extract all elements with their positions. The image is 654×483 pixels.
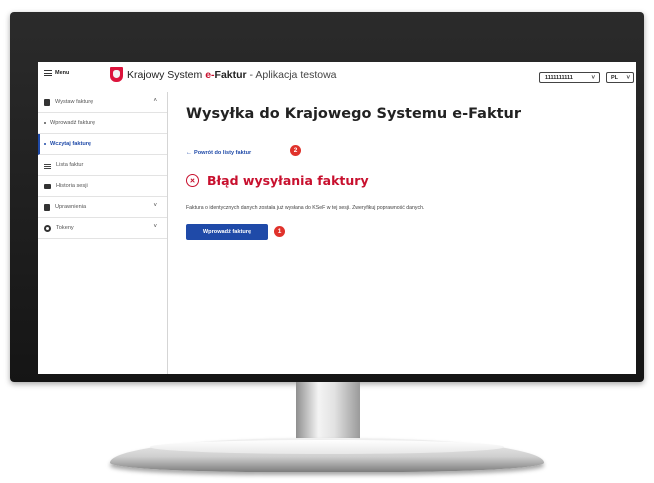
error-message: Faktura o identycznych danych została ju… — [186, 205, 425, 211]
sidebar-item-label: Wystaw fakturę — [55, 99, 94, 105]
chevron-down-icon: ˅ — [153, 224, 157, 230]
sidebar-item-lista-faktur[interactable]: Lista faktur — [38, 155, 167, 176]
brand-accent: e- — [205, 68, 215, 81]
sidebar-item-label: Tokeny — [56, 225, 74, 231]
brand: Krajowy System e-Faktur - Aplikacja test… — [110, 67, 337, 82]
back-to-list-link[interactable]: ← Powrót do listy faktur — [186, 150, 251, 156]
nip-select[interactable]: 1111111111 ˅ — [539, 72, 600, 83]
document-icon — [44, 98, 50, 106]
enter-invoice-button[interactable]: Wprowadź fakturę — [186, 224, 268, 240]
sidebar-item-wprowadz-fakture[interactable]: Wprowadź fakturę — [38, 113, 167, 134]
page-title: Wysyłka do Krajowego Systemu e-Faktur — [186, 106, 522, 122]
sidebar-item-label: Wprowadź fakturę — [50, 120, 96, 126]
hamburger-icon — [44, 70, 52, 76]
app-screen: Menu Krajowy System e-Faktur - Aplikacja… — [38, 62, 636, 374]
step-badge-2: 2 — [290, 145, 301, 156]
error-circle-icon — [186, 174, 199, 187]
brand-strong: Faktur — [214, 68, 247, 81]
mail-icon — [44, 183, 51, 189]
sidebar-item-label: Uprawnienia — [55, 204, 87, 210]
chevron-down-icon: ˅ — [153, 203, 157, 209]
app-title: Krajowy System e-Faktur - Aplikacja test… — [127, 69, 337, 81]
app-header: Menu Krajowy System e-Faktur - Aplikacja… — [38, 62, 636, 90]
error-heading: Błąd wysyłania faktury — [186, 173, 369, 188]
menu-label: Menu — [55, 70, 70, 76]
sidebar-item-label: Historia sesji — [56, 183, 88, 189]
sidebar-item-label: Wczytaj fakturę — [50, 141, 92, 147]
arrow-left-icon: ← — [186, 150, 192, 156]
bullet-icon — [44, 143, 46, 145]
list-icon — [44, 162, 51, 169]
back-link-label: Powrót do listy faktur — [194, 150, 252, 156]
brand-suffix: - Aplikacja testowa — [246, 68, 337, 81]
nip-value: 1111111111 — [545, 74, 573, 81]
sidebar-item-wczytaj-fakture[interactable]: Wczytaj fakturę — [38, 134, 167, 155]
sidebar-item-uprawnienia[interactable]: Uprawnienia ˅ — [38, 197, 167, 218]
menu-button[interactable]: Menu — [44, 70, 69, 76]
language-select[interactable]: PL ˅ — [606, 72, 634, 83]
monitor-frame: Menu Krajowy System e-Faktur - Aplikacja… — [10, 12, 644, 382]
bullet-icon — [44, 122, 46, 124]
sidebar-item-wystaw-fakture[interactable]: Wystaw fakturę ˄ — [38, 92, 167, 113]
chevron-down-icon: ˅ — [626, 74, 630, 81]
document-icon — [44, 203, 50, 211]
language-value: PL — [611, 74, 619, 81]
sidebar-item-label: Lista faktur — [56, 162, 84, 168]
chevron-up-icon: ˄ — [153, 98, 157, 104]
monitor-stand-neck — [296, 382, 360, 442]
sidebar-item-historia-sesji[interactable]: Historia sesji — [38, 176, 167, 197]
brand-name: Krajowy System — [127, 68, 206, 81]
sidebar-item-tokeny[interactable]: Tokeny ˅ — [38, 218, 167, 239]
error-title: Błąd wysyłania faktury — [207, 173, 369, 188]
chevron-down-icon: ˅ — [591, 74, 595, 81]
step-badge-1: 1 — [274, 226, 285, 237]
token-icon — [44, 224, 51, 232]
sidebar: Wystaw fakturę ˄ Wprowadź fakturę Wczyta… — [38, 92, 168, 374]
eagle-emblem-icon — [110, 67, 123, 82]
main-content: Wysyłka do Krajowego Systemu e-Faktur ← … — [186, 92, 626, 362]
monitor-stand-base-highlight — [150, 440, 504, 454]
